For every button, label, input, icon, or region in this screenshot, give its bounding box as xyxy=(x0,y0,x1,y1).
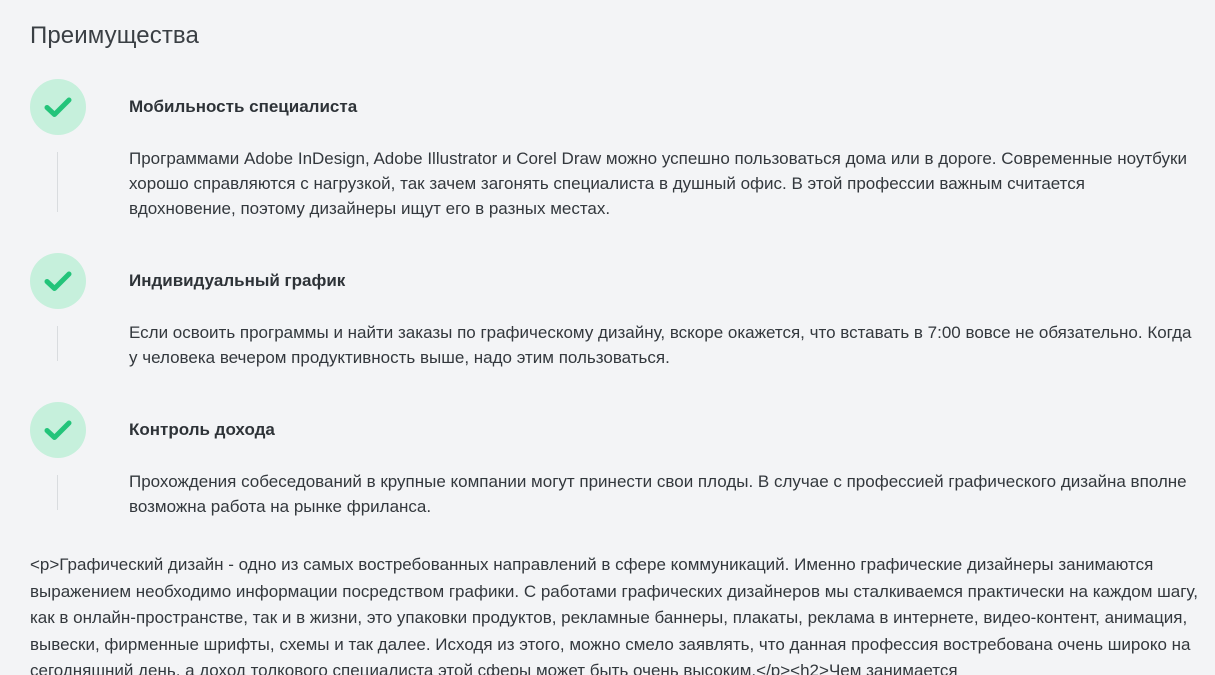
check-badge xyxy=(30,253,86,309)
check-badge xyxy=(30,402,86,458)
timeline-line xyxy=(57,475,58,510)
advantage-text: Прохождения собеседований в крупные комп… xyxy=(129,472,1187,516)
advantage-title: Индивидуальный график xyxy=(129,271,346,290)
page: Преимущества Мобильность специалиста Про… xyxy=(0,0,1215,675)
check-icon xyxy=(44,271,72,291)
check-icon xyxy=(44,420,72,440)
check-badge xyxy=(30,79,86,135)
advantages-list: Мобильность специалиста Программами Adob… xyxy=(0,0,1215,540)
check-icon xyxy=(44,97,72,117)
raw-html-paragraph: <p>Графический дизайн - одно из самых во… xyxy=(30,555,1198,675)
timeline-line xyxy=(57,326,58,361)
advantage-title: Мобильность специалиста xyxy=(129,97,358,116)
advantage-text: Если освоить программы и найти заказы по… xyxy=(129,323,1192,367)
advantage-text: Программами Adobe InDesign, Adobe Illust… xyxy=(129,149,1187,218)
advantage-title: Контроль дохода xyxy=(129,420,275,439)
timeline-line xyxy=(57,152,58,212)
